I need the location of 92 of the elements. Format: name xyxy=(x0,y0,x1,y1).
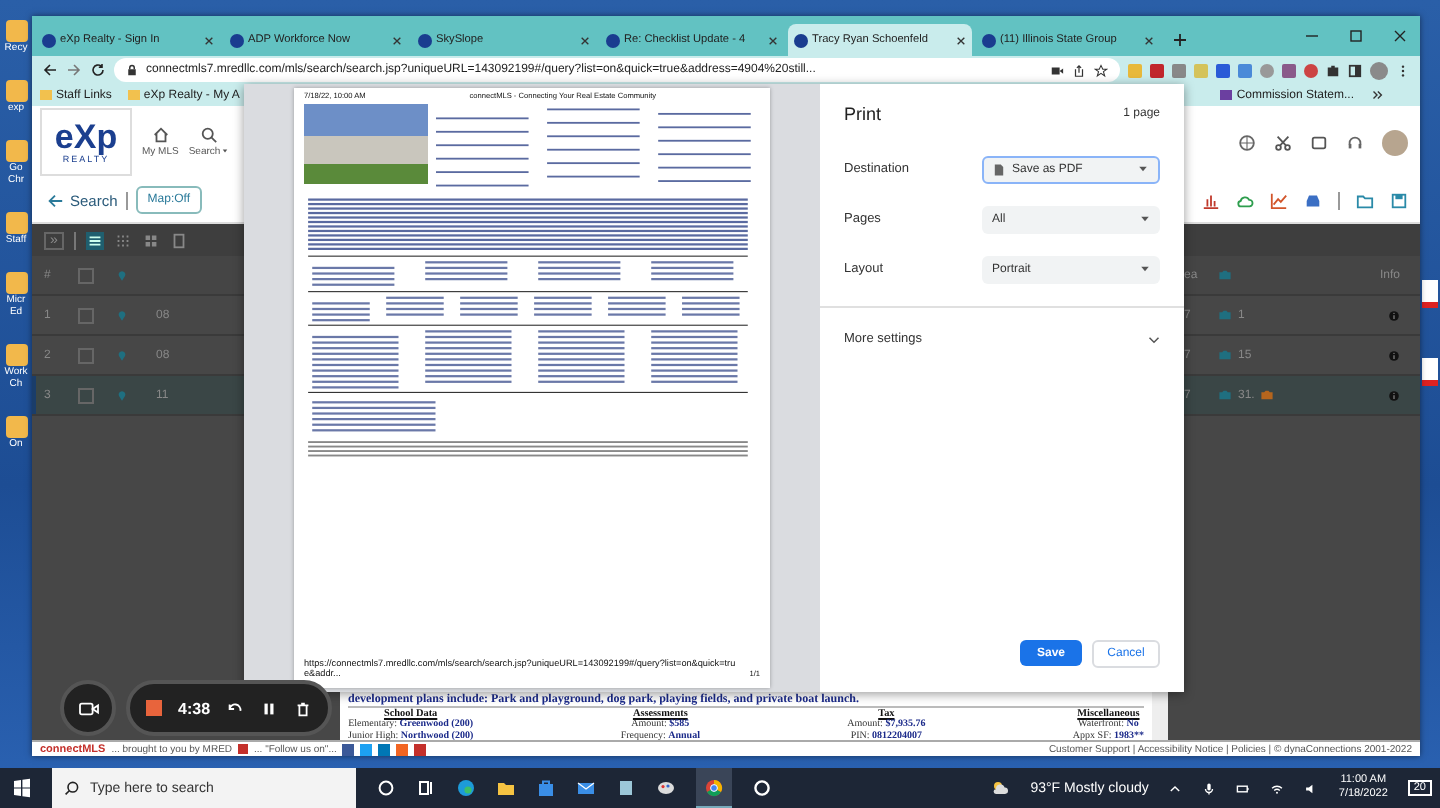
folder-icon xyxy=(127,90,140,100)
desktop-shortcut-icon[interactable] xyxy=(5,416,27,438)
camera-icon xyxy=(1218,268,1232,282)
close-icon[interactable] xyxy=(768,35,778,45)
close-icon[interactable] xyxy=(238,744,249,754)
desktop-shortcut-icon[interactable] xyxy=(5,140,27,162)
close-icon[interactable] xyxy=(204,35,214,45)
info-icon[interactable] xyxy=(1388,349,1400,361)
battery-icon[interactable] xyxy=(1236,781,1251,795)
site-favicon-icon xyxy=(230,33,244,47)
scissors-icon[interactable] xyxy=(1274,133,1292,151)
reload-icon[interactable] xyxy=(90,62,106,78)
search-icon[interactable] xyxy=(199,126,218,144)
desktop-shortcut-icon[interactable] xyxy=(5,80,27,102)
close-icon[interactable] xyxy=(580,35,590,45)
row-checkbox[interactable] xyxy=(78,307,94,323)
star-icon[interactable] xyxy=(1094,63,1108,77)
app-circle-icon[interactable] xyxy=(752,778,772,798)
tile-view-icon[interactable] xyxy=(141,231,160,249)
select-all-checkbox[interactable] xyxy=(78,267,94,283)
chrome-icon[interactable] xyxy=(704,777,724,797)
desktop-shortcut-icon[interactable] xyxy=(5,20,27,42)
site-favicon-icon xyxy=(982,33,996,47)
cloud-icon[interactable] xyxy=(1236,191,1254,209)
camera-icon[interactable] xyxy=(1050,63,1064,77)
browser-taskbar-button[interactable] xyxy=(696,768,732,808)
chevron-down-icon[interactable] xyxy=(1148,335,1160,343)
desktop-shortcut-icon[interactable] xyxy=(5,344,27,366)
pause-icon[interactable] xyxy=(260,699,279,717)
folder-icon[interactable] xyxy=(496,778,516,798)
paint-palette-icon[interactable] xyxy=(656,778,676,798)
windows-start-icon[interactable] xyxy=(12,778,32,798)
chevron-up-icon[interactable] xyxy=(1168,781,1183,795)
globe-icon[interactable] xyxy=(1238,133,1256,151)
more-bookmarks-icon[interactable] xyxy=(1370,88,1384,102)
new-tab-icon[interactable] xyxy=(1172,32,1188,48)
site-favicon-icon xyxy=(794,33,808,47)
list-view-icon[interactable] xyxy=(85,231,104,249)
store-bag-icon[interactable] xyxy=(536,778,556,798)
profile-avatar-icon[interactable] xyxy=(1370,61,1388,79)
site-favicon-icon xyxy=(42,33,56,47)
notepad-icon[interactable] xyxy=(616,778,636,798)
desktop-shortcut-icon[interactable] xyxy=(5,272,27,294)
bar-chart-icon[interactable] xyxy=(1202,191,1220,209)
edge-browser-icon[interactable] xyxy=(456,778,476,798)
microphone-icon[interactable] xyxy=(1202,781,1217,795)
recording-timer: 4:38 xyxy=(178,699,211,717)
forward-arrow-icon[interactable] xyxy=(66,62,82,78)
weather-cloud-icon[interactable] xyxy=(990,778,1011,798)
close-icon[interactable] xyxy=(956,35,966,45)
house-photo-placeholder xyxy=(304,104,428,184)
caret-icon[interactable] xyxy=(1140,266,1150,272)
site-favicon-icon xyxy=(606,33,620,47)
side-panel-icon[interactable] xyxy=(1348,63,1362,77)
site-favicon-icon xyxy=(418,33,432,47)
caret-icon[interactable] xyxy=(222,148,229,154)
video-camera-icon[interactable] xyxy=(77,699,99,717)
folder-icon xyxy=(40,90,52,100)
headset-icon[interactable] xyxy=(1346,133,1364,151)
maximize-icon[interactable] xyxy=(1348,28,1364,44)
close-icon[interactable] xyxy=(1392,28,1408,44)
back-arrow-icon[interactable] xyxy=(42,62,58,78)
close-icon[interactable] xyxy=(1144,35,1154,45)
row-checkbox[interactable] xyxy=(78,387,94,403)
undo-icon[interactable] xyxy=(226,699,245,717)
lock-icon xyxy=(126,64,138,76)
line-chart-icon[interactable] xyxy=(1270,191,1288,209)
trash-icon[interactable] xyxy=(294,699,313,717)
caret-icon[interactable] xyxy=(1138,166,1148,172)
desktop-shortcut-icon[interactable] xyxy=(5,212,27,234)
info-icon[interactable] xyxy=(1388,309,1400,321)
bookmark-icon xyxy=(1220,90,1233,100)
row-checkbox[interactable] xyxy=(78,347,94,363)
search-icon[interactable] xyxy=(64,780,80,796)
cortana-circle-icon[interactable] xyxy=(376,778,396,798)
share-icon[interactable] xyxy=(1072,63,1086,77)
save-icon[interactable] xyxy=(1390,191,1408,209)
grid-view-icon[interactable] xyxy=(113,231,132,249)
info-icon[interactable] xyxy=(1388,389,1400,401)
document-icon[interactable] xyxy=(994,163,1004,175)
document-file-icon[interactable] xyxy=(1422,358,1438,386)
home-icon[interactable] xyxy=(151,126,170,144)
dialog-title: Print xyxy=(844,104,882,124)
close-icon[interactable] xyxy=(392,35,402,45)
report-icon[interactable] xyxy=(169,231,188,249)
map-pin-icon xyxy=(116,269,128,281)
window-icon[interactable] xyxy=(1310,133,1328,151)
task-view-icon[interactable] xyxy=(416,778,436,798)
menu-icon[interactable] xyxy=(1396,63,1410,77)
document-file-icon[interactable] xyxy=(1422,280,1438,308)
wifi-icon[interactable] xyxy=(1270,781,1285,795)
mail-icon[interactable] xyxy=(576,778,596,798)
